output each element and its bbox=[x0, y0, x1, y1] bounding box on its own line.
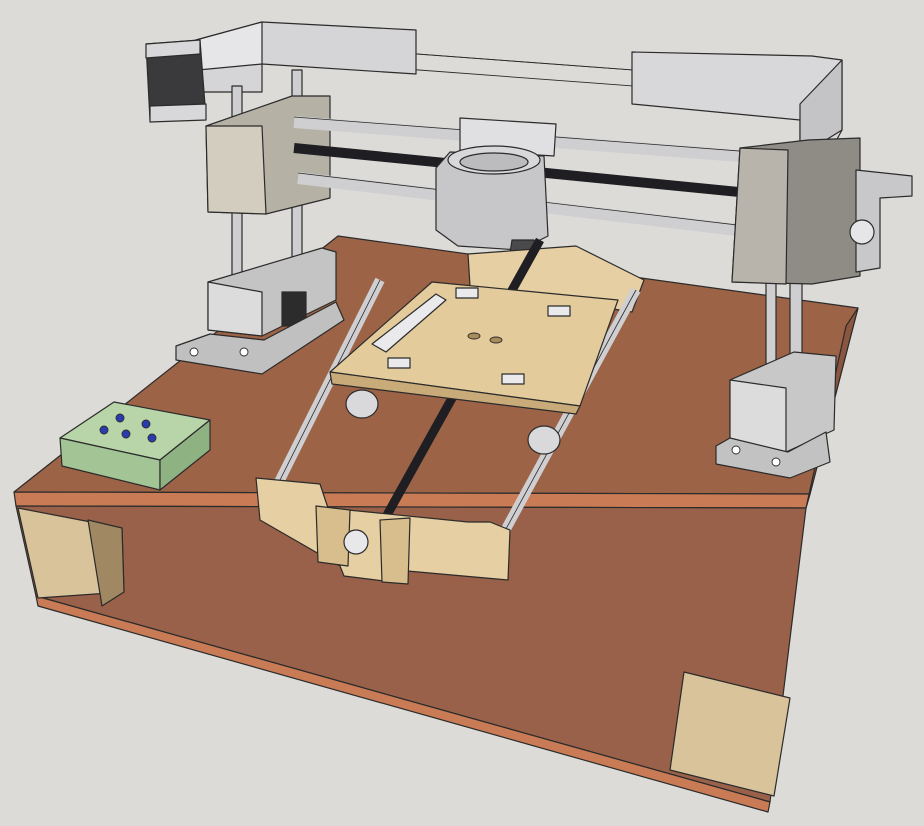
bed-clamp-4 bbox=[387, 357, 411, 369]
control-knob-1[interactable] bbox=[115, 413, 125, 423]
control-knob-2[interactable] bbox=[141, 419, 151, 429]
top-rod-2 bbox=[391, 67, 661, 89]
machine-scene bbox=[13, 21, 913, 813]
bed-clamp-3 bbox=[547, 305, 571, 317]
control-knob-5[interactable] bbox=[147, 433, 157, 443]
bed-clamp-2 bbox=[455, 287, 479, 299]
control-knob-4[interactable] bbox=[121, 429, 131, 439]
control-knob-3[interactable] bbox=[99, 425, 109, 435]
right-idler-pulley bbox=[849, 219, 875, 245]
bearing-right bbox=[527, 425, 561, 455]
model-viewport[interactable] bbox=[0, 0, 924, 826]
base-front-band bbox=[13, 491, 811, 509]
front-pulley bbox=[343, 529, 369, 555]
bearing-left bbox=[345, 389, 379, 419]
bed-clamp-5 bbox=[501, 373, 525, 385]
